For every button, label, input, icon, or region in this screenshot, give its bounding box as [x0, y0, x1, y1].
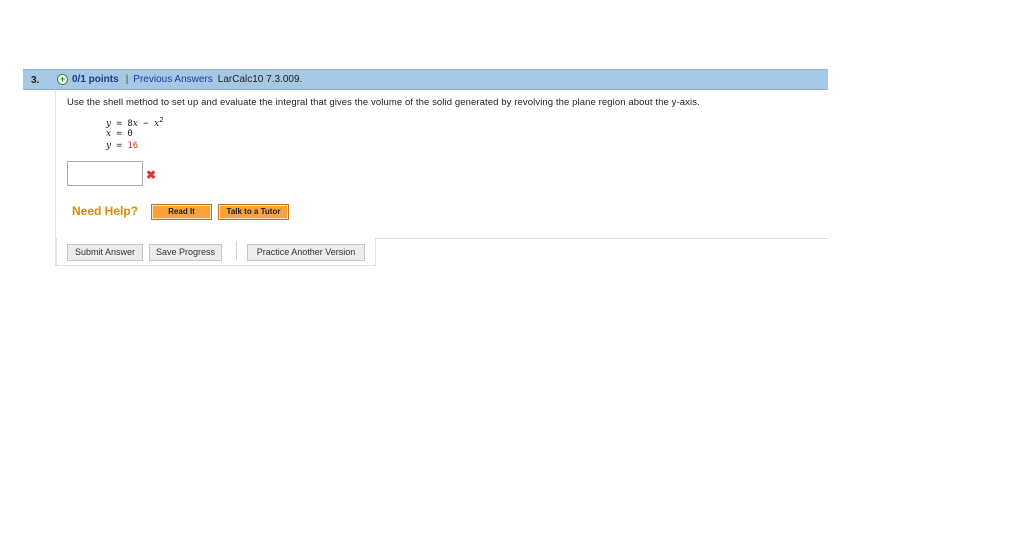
read-it-button[interactable]: Read It — [151, 204, 212, 220]
expand-plus-icon[interactable]: + — [57, 74, 68, 85]
previous-answers-link[interactable]: Previous Answers — [133, 70, 212, 89]
equation-2: x = 0 — [106, 129, 133, 139]
equation-1: y = 8x − x2 — [106, 116, 164, 129]
divider-line — [376, 238, 829, 239]
save-progress-button[interactable]: Save Progress — [149, 244, 222, 261]
points-label: 0/1 points — [72, 74, 119, 85]
question-source: LarCalc10 7.3.009. — [217, 74, 303, 85]
question-number: 3. — [23, 69, 55, 90]
need-help-label: Need Help? — [72, 204, 139, 218]
question-body: Use the shell method to set up and evalu… — [55, 90, 829, 266]
wrong-x-icon: ✖ — [146, 168, 157, 182]
practice-another-version-button[interactable]: Practice Another Version — [247, 244, 365, 261]
answer-input[interactable] — [67, 161, 143, 186]
question-prompt: Use the shell method to set up and evalu… — [67, 97, 700, 108]
button-separator — [236, 241, 237, 260]
submit-answer-button[interactable]: Submit Answer — [67, 244, 143, 261]
question-header: + 0/1 points | Previous Answers LarCalc1… — [55, 69, 828, 90]
talk-to-tutor-button[interactable]: Talk to a Tutor — [218, 204, 289, 220]
equation-3: y = 16 — [106, 141, 139, 151]
header-separator: | — [125, 74, 129, 85]
